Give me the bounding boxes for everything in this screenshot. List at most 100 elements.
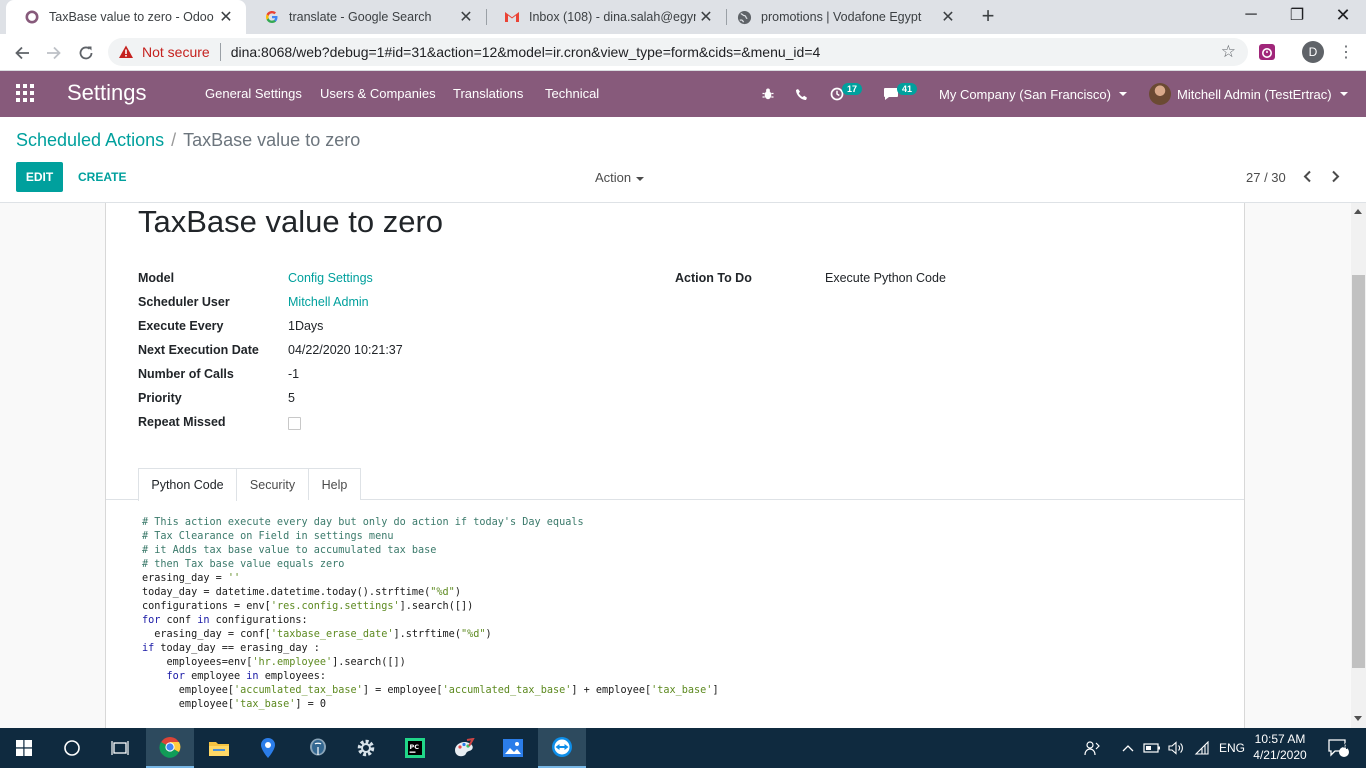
forward-button[interactable] xyxy=(40,39,68,67)
pager-previous-icon[interactable] xyxy=(1300,167,1314,185)
task-view-icon[interactable] xyxy=(96,728,144,768)
browser-tab-google[interactable]: translate - Google Search ✕ xyxy=(246,0,486,34)
wifi-icon[interactable] xyxy=(1190,728,1214,768)
edit-button[interactable]: EDIT xyxy=(16,162,63,192)
gmail-icon xyxy=(504,9,520,25)
url-text[interactable]: dina:8068/web?debug=1#id=31&action=12&mo… xyxy=(231,44,821,60)
page-scrollbar[interactable] xyxy=(1351,203,1366,728)
back-button[interactable] xyxy=(8,39,36,67)
clock-time: 10:57 AM xyxy=(1254,732,1306,746)
menu-technical[interactable]: Technical xyxy=(545,86,599,101)
paint-icon[interactable] xyxy=(440,728,488,768)
windows-start-icon[interactable] xyxy=(0,728,48,768)
volume-icon[interactable] xyxy=(1164,728,1188,768)
field-execute-every: 1Days xyxy=(288,319,324,333)
new-tab-button[interactable]: + xyxy=(976,4,1000,28)
action-menu-label: Action xyxy=(595,170,632,185)
scroll-down-icon[interactable] xyxy=(1354,716,1362,721)
tab-title: promotions | Vodafone Egypt xyxy=(761,10,922,24)
reload-button[interactable] xyxy=(72,39,100,67)
file-explorer-icon[interactable] xyxy=(195,728,243,768)
svg-text:PC: PC xyxy=(410,743,420,751)
notification-count: 4 xyxy=(1343,741,1349,751)
address-bar[interactable]: Not secure dina:8068/web?debug=1#id=31&a… xyxy=(108,38,1248,66)
breadcrumb-scheduled-actions[interactable]: Scheduled Actions xyxy=(16,130,164,150)
apps-menu-icon[interactable] xyxy=(16,84,34,102)
not-secure-label[interactable]: Not secure xyxy=(142,44,210,60)
browser-tab-vodafone[interactable]: promotions | Vodafone Egypt ✕ xyxy=(718,0,968,34)
tab-title: translate - Google Search xyxy=(289,10,432,24)
browser-tab-odoo[interactable]: TaxBase value to zero - Odoo ✕ xyxy=(6,0,246,34)
search-icon[interactable] xyxy=(48,728,96,768)
field-number-of-calls: -1 xyxy=(288,367,300,381)
activity-systray[interactable]: 17 xyxy=(830,83,863,105)
field-next-execution-date: 04/22/2020 10:21:37 xyxy=(288,343,403,357)
messaging-systray[interactable]: 41 xyxy=(883,83,918,105)
code-line: # This action execute every day but only… xyxy=(142,517,584,528)
tab-security[interactable]: Security xyxy=(237,468,309,500)
chrome-icon[interactable] xyxy=(146,728,194,768)
menu-general-settings[interactable]: General Settings xyxy=(205,86,302,101)
repeat-missed-checkbox[interactable] xyxy=(288,417,301,430)
system-clock[interactable]: 10:57 AM 4/21/2020 xyxy=(1252,731,1308,763)
postgresql-icon[interactable] xyxy=(294,728,342,768)
code-line: employees=env['hr.employee'].search([]) xyxy=(142,657,406,668)
close-icon[interactable]: ✕ xyxy=(456,7,476,27)
close-icon[interactable]: ✕ xyxy=(938,7,958,27)
field-scheduler-user[interactable]: Mitchell Admin xyxy=(288,295,369,309)
code-line: # it Adds tax base value to accumulated … xyxy=(142,545,437,556)
settings-gear-icon[interactable] xyxy=(342,728,390,768)
browser-toolbar: Not secure dina:8068/web?debug=1#id=31&a… xyxy=(0,34,1366,71)
action-menu[interactable]: Action xyxy=(595,170,645,185)
code-line: # Tax Clearance on Field in settings men… xyxy=(142,531,394,542)
create-button[interactable]: CREATE xyxy=(78,162,126,192)
close-icon[interactable]: ✕ xyxy=(216,7,236,27)
globe-icon xyxy=(736,9,752,25)
tab-title: Inbox (108) - dina.salah@egymer xyxy=(529,10,696,24)
language-indicator[interactable]: ENG xyxy=(1219,741,1245,755)
tab-python-code[interactable]: Python Code xyxy=(138,468,237,501)
code-line: today_day = datetime.datetime.today().st… xyxy=(142,587,461,598)
activity-count-badge: 17 xyxy=(842,83,863,95)
chevron-up-icon[interactable] xyxy=(1116,728,1140,768)
scroll-up-icon[interactable] xyxy=(1354,209,1362,214)
code-line: for employee in employees: xyxy=(166,671,327,682)
extension-icon[interactable] xyxy=(1257,42,1277,62)
maps-pin-icon[interactable] xyxy=(244,728,292,768)
field-label-repeat-missed: Repeat Missed xyxy=(138,415,226,429)
bookmark-star-icon[interactable]: ☆ xyxy=(1221,42,1236,62)
pager-value[interactable]: 27 / 30 xyxy=(1246,170,1286,185)
minimize-button[interactable]: ─ xyxy=(1228,0,1274,30)
photos-icon[interactable] xyxy=(489,728,537,768)
user-menu[interactable]: Mitchell Admin (TestErtrac) xyxy=(1149,83,1348,105)
people-icon[interactable] xyxy=(1070,728,1114,768)
tab-help[interactable]: Help xyxy=(309,468,361,500)
address-divider xyxy=(219,43,221,61)
browser-tab-gmail[interactable]: Inbox (108) - dina.salah@egymer ✕ xyxy=(486,0,726,34)
menu-translations[interactable]: Translations xyxy=(453,86,523,101)
teamviewer-icon[interactable] xyxy=(538,728,586,768)
debug-bug-icon[interactable] xyxy=(761,83,775,105)
app-name[interactable]: Settings xyxy=(67,80,147,106)
code-line: configurations = env['res.config.setting… xyxy=(142,601,474,612)
code-line: erasing_day = '' xyxy=(142,573,241,584)
notifications-icon[interactable]: 4 xyxy=(1316,728,1360,768)
field-model[interactable]: Config Settings xyxy=(288,271,373,285)
company-switcher[interactable]: My Company (San Francisco) xyxy=(939,83,1127,105)
menu-users-companies[interactable]: Users & Companies xyxy=(320,86,436,101)
restore-button[interactable]: ❐ xyxy=(1274,0,1320,30)
field-label-number-of-calls: Number of Calls xyxy=(138,367,234,381)
battery-icon[interactable] xyxy=(1140,728,1164,768)
pycharm-icon[interactable]: PC xyxy=(391,728,439,768)
scroll-thumb[interactable] xyxy=(1352,275,1365,668)
user-name: Mitchell Admin (TestErtrac) xyxy=(1177,86,1332,102)
pager-next-icon[interactable] xyxy=(1328,167,1342,185)
field-label-scheduler-user: Scheduler User xyxy=(138,295,230,309)
clock-date: 4/21/2020 xyxy=(1253,748,1307,762)
python-code-editor[interactable]: # This action execute every day but only… xyxy=(142,516,719,712)
close-icon[interactable]: ✕ xyxy=(696,7,716,27)
close-window-button[interactable]: ✕ xyxy=(1320,0,1366,30)
phone-icon[interactable] xyxy=(795,83,808,105)
profile-avatar[interactable]: D xyxy=(1302,41,1324,63)
browser-menu-icon[interactable]: ⋮ xyxy=(1336,42,1356,62)
